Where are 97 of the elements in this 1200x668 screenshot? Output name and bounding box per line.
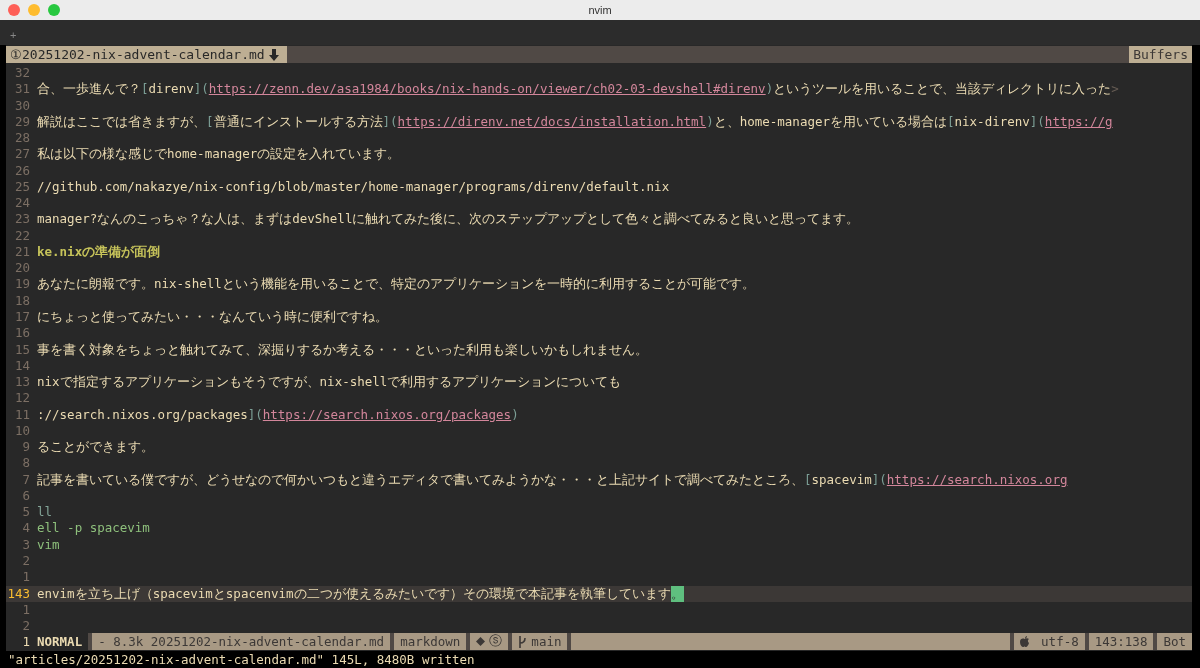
markdown-bracket: [ [206,113,214,131]
line-text: と、home-managerを用いている場合は [713,113,947,131]
markdown-bracket: ]( [382,113,398,131]
markdown-bracket: [ [141,81,149,98]
line-text: manager?なんのこっちゃ？な人は、まずはdevShellに触れてみた後に、次のステップアップとして色々と調べてみると良いと思ってます。 [37,211,860,228]
line-number: 17 [13,309,31,326]
markdown-bracket: ]( [871,471,887,488]
code-text: ell -p spacevim [37,520,150,537]
arrow-down-icon [268,48,279,61]
line-number: 15 [13,341,31,358]
branch-name: main [531,634,562,649]
markdown-bracket: [ [947,113,955,131]
markdown-bracket: ]( [1029,113,1045,131]
line-text: 解説はここでは省きますが、 [37,113,206,131]
url-text: https://direnv.net/docs/installation.html [397,113,707,131]
line-number: 5 [21,504,31,521]
line-number: 20 [13,260,31,277]
heading-text: ke.nixの準備が面倒 [37,243,161,261]
apple-icon [1020,636,1030,647]
code-text: ll [37,504,53,521]
line-number: 1 [21,569,31,586]
code-text: vim [37,536,60,553]
markdown-bracket: ) [511,406,519,423]
line-number: 28 [13,130,31,147]
line-number: 4 [21,520,31,537]
line-number: 29 [13,113,31,131]
buffers-label[interactable]: Buffers [1129,46,1192,63]
line-number: 6 [21,487,31,505]
line-text: あなたに朗報です。nix-shellという機能を用いることで、特定のアプリケーションを一時的に利用することが可能です。 [37,276,755,293]
line-number: 26 [13,162,31,179]
line-text: //github.com/nakazye/nix-config/blob/master/home-manager/programs/direnv/default.nix [37,178,670,196]
line-number: 143 [6,585,31,602]
line-number: 13 [13,374,31,391]
line-number: 1 [21,634,31,649]
markdown-bracket: ]( [247,406,263,423]
line-text: 私は以下の様な感じでhome-managerの設定を入れています。 [37,146,401,163]
line-text: direnv [148,81,194,98]
line-text: というツールを用いることで、当該ディレクトリに入った [773,81,1112,98]
line-number: 25 [13,178,31,196]
line-text: にちょっと使ってみたい・・・なんていう時に便利ですね。 [37,309,388,326]
url-text: https://g [1044,113,1113,131]
status-segment: - 8.3k 20251202-nix-advent-calendar.md [88,633,391,650]
minimize-button[interactable] [28,4,40,16]
status-segment: markdown [390,633,467,650]
line-number: 16 [13,325,31,342]
line-number: 30 [13,97,31,114]
line-text: 記事を書いている僕ですが、どうせなので何かいつもと違うエディタで書いてみようかな・・・と上記サイトで調べてみたところ、 [37,471,804,488]
zoom-button[interactable] [48,4,60,16]
line-number: 21 [13,243,31,261]
line-number: 24 [13,195,31,212]
markdown-bracket: [ [804,471,812,488]
line-text: envimを立ち上げ（spacevimとspacenvimの二つが使えるみたいです）その環境で本記事を執筆しています [37,585,671,602]
line-number: 31 [13,81,31,98]
line-number: 7 [21,471,31,488]
new-tab-button[interactable]: + [10,29,17,41]
line-text: ://search.nixos.org/packages [37,406,248,423]
cursor-character: 。 [670,585,684,602]
line-text: nix-direnv [954,113,1030,131]
window-title: nvim [588,4,612,16]
buffer-tab[interactable]: ①20251202-nix-advent-calendar.md [6,46,287,63]
mode-indicator: NORMAL [37,634,84,649]
close-button[interactable] [8,4,20,16]
line-number: 10 [13,422,31,440]
line-text: 事を書く対象をちょっと触れてみて、深掘りするか考える・・・といった利用も楽しいかもしれません。 [37,341,648,358]
line-number: 32 [13,65,31,82]
url-text: https://zenn.dev/asa1984/books/nix-hands-on/viewer/ch02-03-devshell#direnv [208,81,766,98]
line-number: 2 [21,552,31,570]
line-text: nixで指定するアプリケーションもそうですが、nix-shellで利用するアプリケーションについても [37,374,622,391]
line-number: 8 [21,455,31,472]
encoding-label: utf-8 [1041,634,1079,649]
url-text: https://search.nixos.org [886,471,1068,488]
url-text: https://search.nixos.org/packages [262,406,512,423]
status-segment: Bot [1153,633,1192,650]
line-number: 11 [13,406,31,423]
line-number: 18 [13,292,31,309]
line-text: spacevim [811,471,872,488]
line-number: 3 [21,536,31,553]
line-number: 23 [13,211,31,228]
line-number: 2 [21,618,31,635]
markdown-bracket: ) [765,81,774,98]
line-number: 19 [13,276,31,293]
line-number: 12 [13,390,31,407]
line-text: 普通にインストールする方法 [213,113,383,131]
overflow-marker: > [1111,81,1119,98]
diamond-icon [476,637,486,646]
markdown-bracket: ) [706,113,714,131]
line-text: 合、一歩進んで？ [37,81,141,98]
branch-icon [518,635,528,648]
status-symbol: ⓢ [489,633,503,650]
line-number: 9 [21,439,31,456]
line-number: 14 [13,357,31,375]
line-number: 1 [21,601,31,619]
line-number: 27 [13,146,31,163]
line-number: 22 [13,227,31,244]
markdown-bracket: ]( [193,81,209,98]
line-text: ることができます。 [37,439,154,456]
status-segment: 143:138 [1084,633,1154,650]
